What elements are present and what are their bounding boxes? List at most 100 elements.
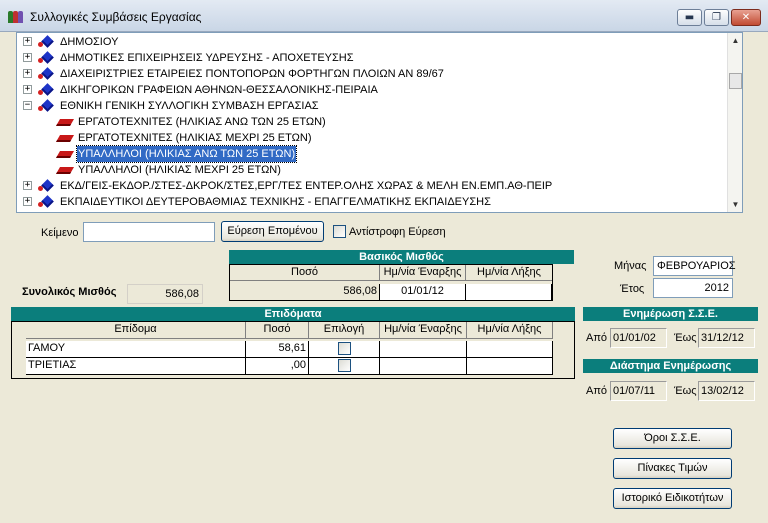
book-icon xyxy=(55,164,75,176)
allowance-end-cell[interactable] xyxy=(467,358,553,375)
search-input[interactable] xyxy=(83,222,215,242)
allowance-start-cell[interactable] xyxy=(380,341,467,358)
tree-scrollbar[interactable]: ▲ ▼ xyxy=(727,33,742,212)
tree-node[interactable]: ΥΠΑΛΛΗΛΟΙ (ΗΛΙΚΙΑΣ ΜΕΧΡΙ 25 ΕΤΩΝ) xyxy=(17,162,727,178)
basic-start-cell[interactable]: 01/01/12 xyxy=(380,284,466,301)
total-salary-value: 586,08 xyxy=(127,284,203,304)
book-icon xyxy=(55,132,75,144)
interval-to-value: 13/02/12 xyxy=(698,381,755,401)
tree-node-label[interactable]: ΕΡΓΑΤΟΤΕΧΝΙΤΕΣ (ΗΛΙΚΙΑΣ ΑΝΩ ΤΩΝ 25 ΕΤΩΝ) xyxy=(77,114,327,130)
tree-node-label[interactable]: ΕΚΠΑΙΔΕΥΤΙΚΟΙ ΔΕΥΤΕΡΟΒΑΘΜΙΑΣ ΤΕΧΝΙΚΗΣ - … xyxy=(59,194,492,210)
col-amount: Ποσό xyxy=(230,265,380,281)
sse-terms-button[interactable]: Όροι Σ.Σ.Ε. xyxy=(613,428,732,449)
people-icon xyxy=(8,8,24,24)
col-allowance-amount: Ποσό xyxy=(246,322,309,339)
expand-icon[interactable]: + xyxy=(23,181,32,190)
tree-node-label[interactable]: ΕΡΓΑΤΟΤΕΧΝΙΤΕΣ (ΗΛΙΚΙΑΣ ΜΕΧΡΙ 25 ΕΤΩΝ) xyxy=(77,130,313,146)
diamond-icon xyxy=(38,195,54,208)
allowance-select-cell[interactable] xyxy=(309,358,380,375)
sse-to-label: Έως xyxy=(674,332,697,344)
tree-node[interactable]: ΕΡΓΑΤΟΤΕΧΝΙΤΕΣ (ΗΛΙΚΙΑΣ ΑΝΩ ΤΩΝ 25 ΕΤΩΝ) xyxy=(17,114,727,130)
collapse-icon[interactable]: − xyxy=(23,101,32,110)
tree-node-label[interactable]: ΕΚΔ/ΓΕΙΣ-ΕΚΔΟΡ./ΣΤΕΣ-ΔΚΡΟΚ/ΣΤΕΣ,ΕΡΓ/ΤΕΣ … xyxy=(59,178,553,194)
diamond-icon xyxy=(38,51,54,64)
scroll-thumb[interactable] xyxy=(729,73,742,89)
search-label: Κείμενο xyxy=(41,227,79,239)
tree-node-label[interactable]: ΕΘΝΙΚΗ ΓΕΝΙΚΗ ΣΥΛΛΟΓΙΚΗ ΣΥΜΒΑΣΗ ΕΡΓΑΣΙΑΣ xyxy=(59,98,320,114)
sse-from-value: 01/01/02 xyxy=(610,328,667,348)
find-next-button[interactable]: Εύρεση Επομένου xyxy=(221,221,324,242)
year-label: Έτος xyxy=(620,283,645,295)
tree-node-label[interactable]: ΥΠΑΛΛΗΛΟΙ (ΗΛΙΚΙΑΣ ΜΕΧΡΙ 25 ΕΤΩΝ) xyxy=(77,162,282,178)
sse-update-header: Ενημέρωση Σ.Σ.Ε. xyxy=(583,307,758,321)
convention-tree[interactable]: ▲ ▼ + ΔΗΜΟΣΙΟΥ + ΔΗΜΟΤΙΚΕΣ ΕΠΙΧΕΙΡΗΣΕΙΣ ΥΔΡ… xyxy=(16,32,743,213)
sse-from-label: Από xyxy=(586,332,608,344)
allowance-name-cell[interactable]: ΓΑΜΟΥ xyxy=(26,341,246,358)
allowances-header: Επιδόματα xyxy=(11,307,575,321)
diamond-icon xyxy=(38,35,54,48)
expand-icon[interactable]: + xyxy=(23,37,32,46)
tree-node-label[interactable]: ΔΙΑΧΕΙΡΙΣΤΡΙΕΣ ΕΤΑΙΡΕΙΕΣ ΠΟΝΤΟΠΟΡΩΝ ΦΟΡΤ… xyxy=(59,66,445,82)
allowance-select-checkbox[interactable] xyxy=(338,359,351,372)
tree-node[interactable]: + ΕΚΠΑΙΔΕΥΤΙΚΟΙ ΔΕΥΤΕΡΟΒΑΘΜΙΑΣ ΤΕΧΝΙΚΗΣ -… xyxy=(17,194,727,210)
basic-salary-grid: Ποσό Ημ/νία Έναρξης Ημ/νία Λήξης 586,08 … xyxy=(229,264,553,301)
col-start-date: Ημ/νία Έναρξης xyxy=(380,265,466,281)
basic-salary-header: Βασικός Μισθός xyxy=(229,250,574,264)
tree-node[interactable]: + ΔΗΜΟΤΙΚΕΣ ΕΠΙΧΕΙΡΗΣΕΙΣ ΥΔΡΕΥΣΗΣ - ΑΠΟΧΕ… xyxy=(17,50,727,66)
specialty-history-button[interactable]: Ιστορικό Ειδικοτήτων xyxy=(613,488,732,509)
allowances-grid[interactable]: Επίδομα Ποσό Επιλογή Ημ/νία Έναρξης Ημ/ν… xyxy=(11,321,575,379)
interval-to-label: Έως xyxy=(674,385,697,397)
tree-node[interactable]: ΕΡΓΑΤΟΤΕΧΝΙΤΕΣ (ΗΛΙΚΙΑΣ ΜΕΧΡΙ 25 ΕΤΩΝ) xyxy=(17,130,727,146)
minimize-button[interactable]: ▬ xyxy=(677,9,702,26)
expand-icon[interactable]: + xyxy=(23,53,32,62)
col-allowance-end: Ημ/νία Λήξης xyxy=(467,322,553,339)
sse-to-value: 31/12/12 xyxy=(698,328,755,348)
restore-button[interactable]: ❐ xyxy=(704,9,729,26)
allowance-end-cell[interactable] xyxy=(467,341,553,358)
diamond-icon xyxy=(38,83,54,96)
allowance-start-cell[interactable] xyxy=(380,358,467,375)
month-label: Μήνας xyxy=(614,260,647,272)
interval-from-label: Από xyxy=(586,385,608,397)
expand-icon[interactable]: + xyxy=(23,85,32,94)
scroll-down-arrow-icon[interactable]: ▼ xyxy=(728,197,742,212)
price-tables-button[interactable]: Πίνακες Τιμών xyxy=(613,458,732,479)
tree-node-label[interactable]: ΔΙΚΗΓΟΡΙΚΩΝ ΓΡΑΦΕΙΩΝ ΑΘΗΝΩΝ-ΘΕΣΣΑΛΟΝΙΚΗΣ… xyxy=(59,82,379,98)
tree-node[interactable]: + ΔΙΑΧΕΙΡΙΣΤΡΙΕΣ ΕΤΑΙΡΕΙΕΣ ΠΟΝΤΟΠΟΡΩΝ ΦΟΡ… xyxy=(17,66,727,82)
basic-end-cell[interactable] xyxy=(466,284,552,301)
basic-amount-cell[interactable]: 586,08 xyxy=(230,284,380,301)
title-bar: Συλλογικές Συμβάσεις Εργασίας ▬ ❐ ✕ xyxy=(0,0,768,32)
year-field[interactable]: 2012 xyxy=(653,278,733,298)
close-button[interactable]: ✕ xyxy=(731,9,761,26)
col-allowance: Επίδομα xyxy=(26,322,246,339)
tree-node-label[interactable]: ΔΗΜΟΣΙΟΥ xyxy=(59,34,119,50)
allowance-amount-cell[interactable]: ,00 xyxy=(246,358,309,375)
allowance-name-cell[interactable]: ΤΡΙΕΤΙΑΣ xyxy=(26,358,246,375)
diamond-icon xyxy=(38,67,54,80)
tree-node-label[interactable]: ΔΗΜΟΤΙΚΕΣ ΕΠΙΧΕΙΡΗΣΕΙΣ ΥΔΡΕΥΣΗΣ - ΑΠΟΧΕΤ… xyxy=(59,50,355,66)
reverse-search-checkbox[interactable] xyxy=(333,225,346,238)
book-icon xyxy=(55,116,75,128)
interval-from-value: 01/07/11 xyxy=(610,381,667,401)
tree-node[interactable]: + ΔΙΚΗΓΟΡΙΚΩΝ ΓΡΑΦΕΙΩΝ ΑΘΗΝΩΝ-ΘΕΣΣΑΛΟΝΙΚΗ… xyxy=(17,82,727,98)
scroll-up-arrow-icon[interactable]: ▲ xyxy=(728,33,742,48)
expand-icon[interactable]: + xyxy=(23,197,32,206)
tree-node-label[interactable]: ΥΠΑΛΛΗΛΟΙ (ΗΛΙΚΙΑΣ ΑΝΩ ΤΩΝ 25 ΕΤΩΝ) xyxy=(75,145,298,163)
month-field[interactable]: ΦΕΒΡΟΥΑΡΙΟΣ xyxy=(653,256,736,276)
total-salary-label: Συνολικός Μισθός xyxy=(22,286,117,298)
diamond-icon xyxy=(38,179,54,192)
col-end-date: Ημ/νία Λήξης xyxy=(466,265,552,281)
col-selection: Επιλογή xyxy=(309,322,380,339)
update-interval-header: Διάστημα Ενημέρωσης xyxy=(583,359,758,373)
allowance-select-checkbox[interactable] xyxy=(338,342,351,355)
allowance-amount-cell[interactable]: 58,61 xyxy=(246,341,309,358)
expand-icon[interactable]: + xyxy=(23,69,32,78)
tree-node[interactable]: ΥΠΑΛΛΗΛΟΙ (ΗΛΙΚΙΑΣ ΑΝΩ ΤΩΝ 25 ΕΤΩΝ) xyxy=(17,145,727,163)
tree-node[interactable]: − ΕΘΝΙΚΗ ΓΕΝΙΚΗ ΣΥΛΛΟΓΙΚΗ ΣΥΜΒΑΣΗ ΕΡΓΑΣΙΑ… xyxy=(17,98,727,114)
col-allowance-start: Ημ/νία Έναρξης xyxy=(380,322,467,339)
book-icon xyxy=(55,148,75,160)
allowance-select-cell[interactable] xyxy=(309,341,380,358)
tree-node[interactable]: + ΕΚΔ/ΓΕΙΣ-ΕΚΔΟΡ./ΣΤΕΣ-ΔΚΡΟΚ/ΣΤΕΣ,ΕΡΓ/ΤΕΣ… xyxy=(17,178,727,194)
window-title: Συλλογικές Συμβάσεις Εργασίας xyxy=(30,10,202,24)
tree-node[interactable]: + ΔΗΜΟΣΙΟΥ xyxy=(17,34,727,50)
